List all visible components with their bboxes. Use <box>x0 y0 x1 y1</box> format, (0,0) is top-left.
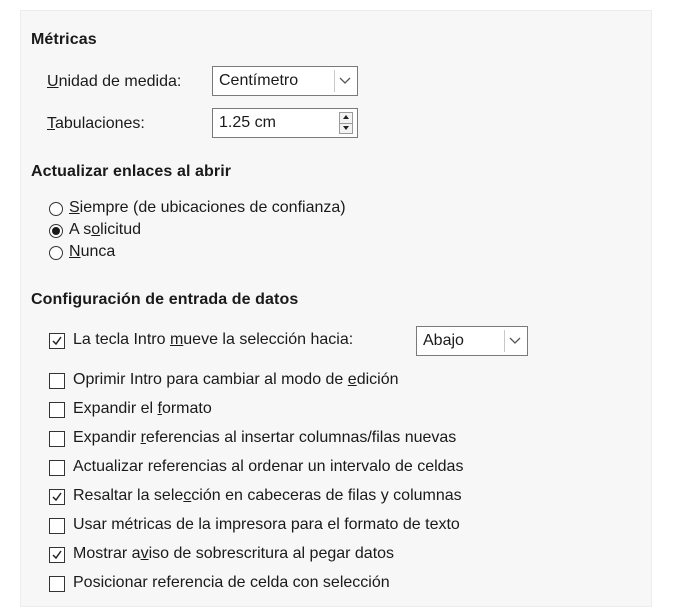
radio-label: A solicitud <box>69 221 142 238</box>
chevron-down-icon[interactable] <box>504 330 524 352</box>
check-highlight-headers[interactable]: Resaltar la selección en cabeceras de fi… <box>49 487 609 509</box>
input-section-title: Configuración de entrada de datos <box>31 291 299 308</box>
radio-on-request[interactable]: A solicitud <box>49 221 449 243</box>
spin-buttons[interactable] <box>339 112 353 134</box>
unit-label: Unidad de medida: <box>47 73 182 90</box>
checkbox[interactable] <box>49 547 65 563</box>
checkbox[interactable] <box>49 333 65 349</box>
direction-combobox[interactable]: Abajo <box>416 326 528 356</box>
direction-value: Abajo <box>423 332 464 349</box>
unit-value: Centímetro <box>219 72 299 89</box>
check-overwrite-warning[interactable]: Mostrar aviso de sobrescritura al pegar … <box>49 545 609 567</box>
checkbox[interactable] <box>49 373 65 389</box>
check-cell-reference-selection[interactable]: Posicionar referencia de celda con selec… <box>49 574 609 596</box>
checkbox[interactable] <box>49 576 65 592</box>
checkbox[interactable] <box>49 431 65 447</box>
tab-value: 1.25 cm <box>219 114 276 131</box>
checkbox-label: Posicionar referencia de celda con selec… <box>73 574 390 591</box>
chevron-down-icon[interactable] <box>334 70 354 92</box>
checkbox-label: Mostrar aviso de sobrescritura al pegar … <box>73 545 395 562</box>
check-expand-references[interactable]: Expandir referencias al insertar columna… <box>49 429 609 451</box>
radio-label: Siempre (de ubicaciones de confianza) <box>69 199 346 216</box>
checkbox-label: Oprimir Intro para cambiar al modo de ed… <box>73 371 399 388</box>
checkbox[interactable] <box>49 518 65 534</box>
radio-always[interactable]: Siempre (de ubicaciones de confianza) <box>49 199 449 221</box>
check-expand-format[interactable]: Expandir el formato <box>49 400 609 422</box>
tab-spinbox[interactable]: 1.25 cm <box>212 108 358 138</box>
options-panel: Métricas Unidad de medida: Centímetro Ta… <box>20 10 652 607</box>
radio-never[interactable]: Nunca <box>49 243 449 265</box>
radio-button-selected[interactable] <box>49 224 63 238</box>
radio-button[interactable] <box>49 246 63 260</box>
checkbox-label: Actualizar referencias al ordenar un int… <box>73 458 464 475</box>
checkbox[interactable] <box>49 460 65 476</box>
spin-down-icon[interactable] <box>340 123 352 133</box>
checkbox-label: Expandir referencias al insertar columna… <box>73 429 457 446</box>
radio-label: Nunca <box>69 243 116 260</box>
unit-combobox[interactable]: Centímetro <box>212 66 358 96</box>
metrics-section-title: Métricas <box>31 31 97 48</box>
check-enter-moves[interactable]: La tecla Intro mueve la selección hacia: <box>49 331 429 353</box>
checkbox-label: Resaltar la selección en cabeceras de fi… <box>73 487 462 504</box>
check-update-references-sort[interactable]: Actualizar referencias al ordenar un int… <box>49 458 609 480</box>
checkbox-label: La tecla Intro mueve la selección hacia: <box>73 331 354 348</box>
checkbox[interactable] <box>49 402 65 418</box>
checkbox-label: Usar métricas de la impresora para el fo… <box>73 516 460 533</box>
checkbox[interactable] <box>49 489 65 505</box>
checkbox-label: Expandir el formato <box>73 400 212 417</box>
check-enter-edit-mode[interactable]: Oprimir Intro para cambiar al modo de ed… <box>49 371 609 393</box>
tab-label: Tabulaciones: <box>47 115 145 132</box>
links-section-title: Actualizar enlaces al abrir <box>31 163 232 180</box>
check-printer-metrics[interactable]: Usar métricas de la impresora para el fo… <box>49 516 609 538</box>
radio-button[interactable] <box>49 202 63 216</box>
